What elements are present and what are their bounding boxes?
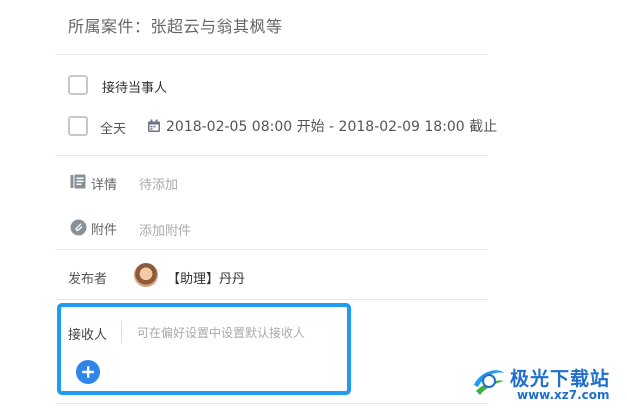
add-receiver-button[interactable] bbox=[76, 360, 100, 384]
reception-checkbox[interactable] bbox=[68, 75, 88, 95]
receiver-label: 接收人 bbox=[68, 328, 108, 343]
case-title: 所属案件：张超云与翁其枫等 bbox=[68, 17, 283, 36]
calendar-icon bbox=[147, 118, 161, 137]
allday-label: 全天 bbox=[100, 122, 127, 137]
allday-checkbox[interactable] bbox=[68, 116, 88, 136]
details-placeholder[interactable]: 待添加 bbox=[139, 174, 178, 193]
divider bbox=[55, 299, 488, 300]
divider bbox=[55, 249, 488, 250]
avatar bbox=[134, 263, 158, 287]
publisher-name: 【助理】丹丹 bbox=[167, 272, 246, 287]
paperclip-icon bbox=[70, 219, 87, 240]
reception-label: 接待当事人 bbox=[102, 81, 168, 96]
receiver-highlight-box bbox=[57, 303, 351, 395]
divider bbox=[55, 155, 488, 156]
attachment-label: 附件 bbox=[91, 223, 118, 238]
add-attachment-link[interactable]: 添加附件 bbox=[139, 220, 191, 239]
divider bbox=[55, 54, 488, 55]
separator bbox=[121, 321, 122, 343]
date-range[interactable]: 2018-02-05 08:00 开始 - 2018-02-09 18:00 截… bbox=[166, 116, 497, 136]
watermark-brand: 极光下载站 bbox=[510, 368, 611, 390]
details-icon bbox=[70, 174, 86, 193]
divider bbox=[55, 403, 488, 404]
watermark-logo-icon bbox=[470, 363, 508, 403]
details-label: 详情 bbox=[91, 178, 118, 193]
plus-icon bbox=[82, 366, 94, 378]
watermark-url: www.xz7.com bbox=[517, 388, 610, 402]
receiver-hint: 可在偏好设置中设置默认接收人 bbox=[137, 326, 306, 340]
publisher-label: 发布者 bbox=[68, 272, 108, 287]
